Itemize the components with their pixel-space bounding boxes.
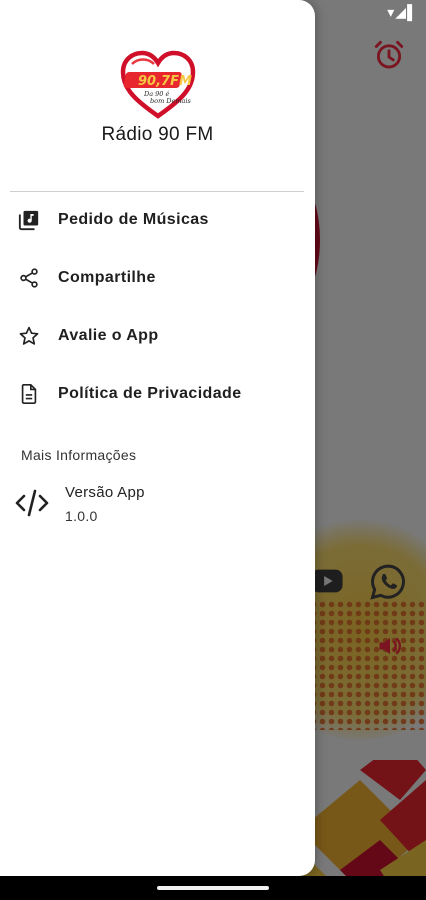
status-bar: ▾◢▌ (340, 0, 426, 20)
svg-text:90,7FM: 90,7FM (138, 74, 192, 89)
whatsapp-icon[interactable] (368, 562, 408, 602)
svg-text:bom Demais: bom Demais (150, 97, 191, 105)
share-icon (17, 266, 41, 290)
home-gesture-handle[interactable] (157, 886, 269, 890)
youtube-icon[interactable] (310, 564, 344, 598)
radio-90fm-logo: 90,7FM Da 90 é bom Demais (120, 50, 196, 119)
star-outline-icon (17, 324, 41, 348)
app-version-row: Versão App 1.0.0 (0, 478, 315, 530)
document-icon (17, 382, 41, 406)
menu-item-label: Política de Privacidade (58, 385, 242, 402)
signal-icon: ▾◢▌ (387, 4, 418, 20)
menu-item-label: Avalie o App (58, 327, 159, 344)
menu-item-rate-app[interactable]: Avalie o App (0, 307, 315, 365)
menu-item-privacy-policy[interactable]: Política de Privacidade (0, 365, 315, 423)
version-value: 1.0.0 (65, 508, 98, 524)
app-name-title: Rádio 90 FM (101, 124, 214, 145)
code-icon (15, 489, 49, 517)
menu-item-label: Compartilhe (58, 269, 156, 286)
navigation-drawer: 90,7FM Da 90 é bom Demais Rádio 90 FM Pe… (0, 0, 315, 876)
alarm-icon[interactable] (372, 38, 406, 72)
volume-icon[interactable] (376, 632, 404, 660)
menu-item-song-request[interactable]: Pedido de Músicas (0, 191, 315, 249)
menu-item-share[interactable]: Compartilhe (0, 249, 315, 307)
section-title-more-info: Mais Informações (21, 447, 137, 463)
music-library-icon (17, 208, 41, 232)
version-title: Versão App (65, 484, 145, 501)
system-navigation-bar (0, 876, 426, 900)
menu-item-label: Pedido de Músicas (58, 211, 209, 228)
